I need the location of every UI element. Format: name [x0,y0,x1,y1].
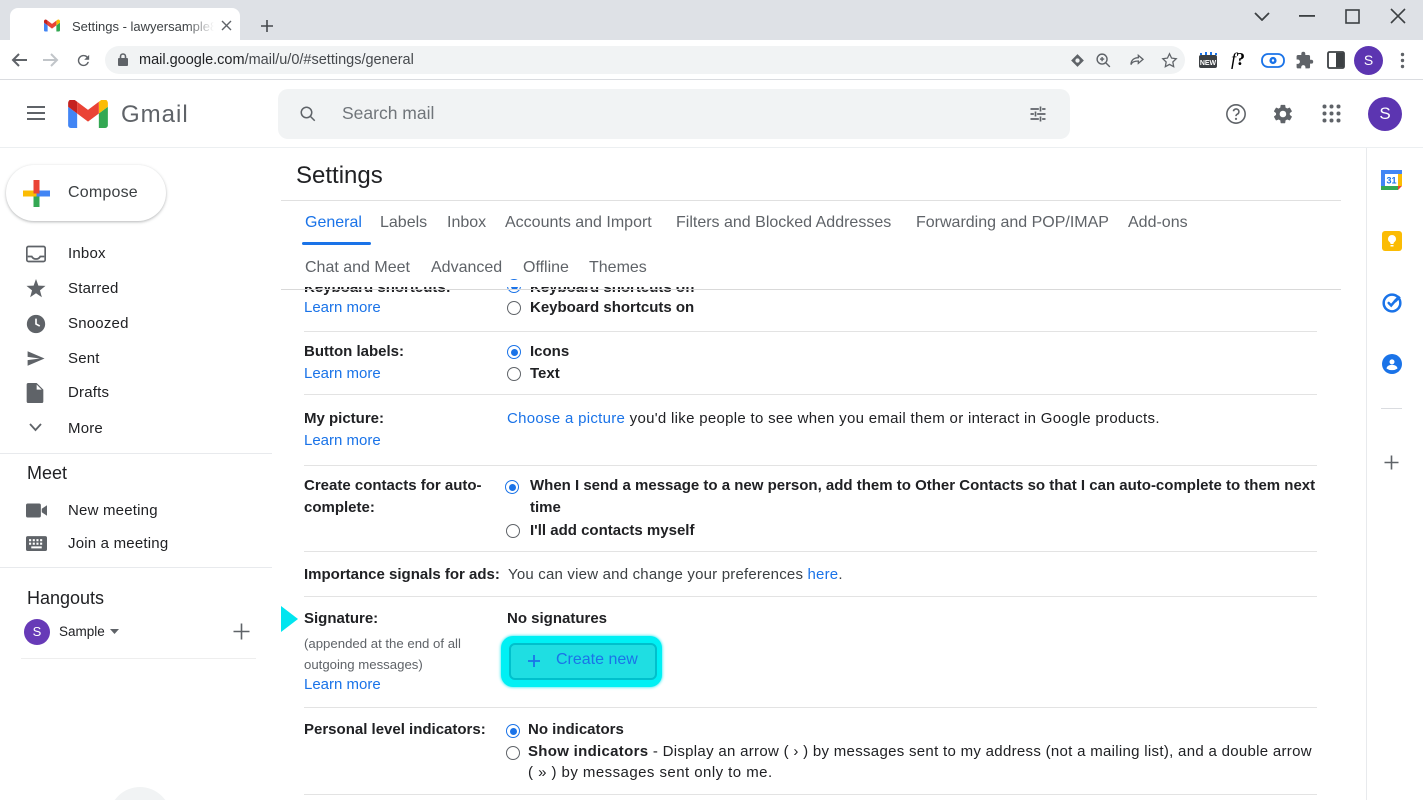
svg-text:NEW: NEW [1200,60,1217,67]
svg-text:31: 31 [1386,176,1396,186]
